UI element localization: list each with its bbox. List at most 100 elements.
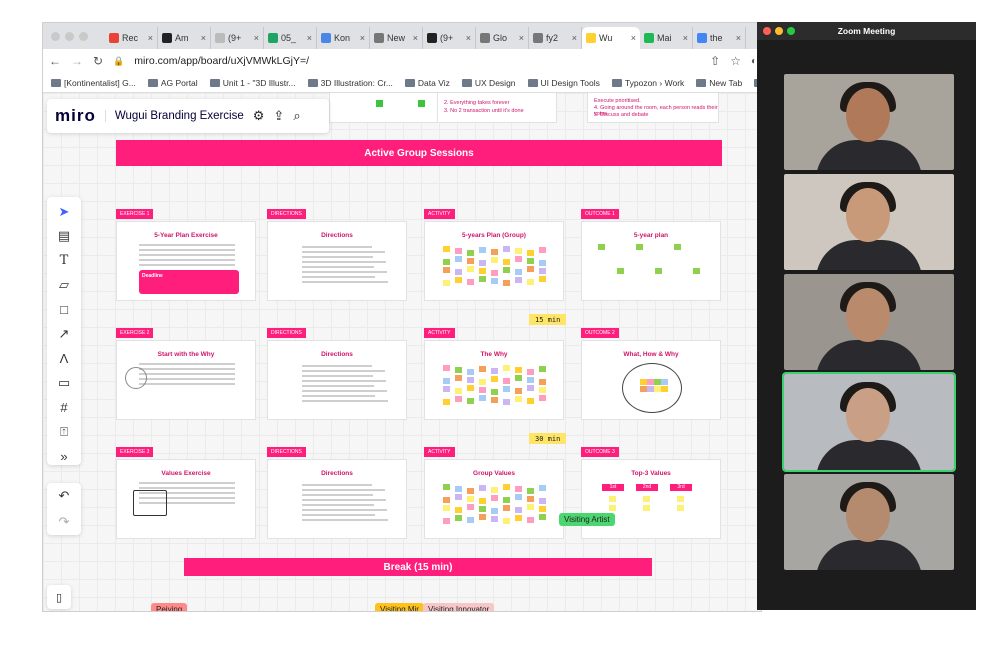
frame-tool-icon[interactable]: # [53,399,75,416]
sticky-note[interactable] [443,378,450,384]
sticky-note[interactable] [467,369,474,375]
board-frame[interactable]: Directions [267,459,407,539]
board-frame[interactable]: 5-year plan [581,221,721,301]
sticky-note[interactable] [643,505,650,511]
bookmark-item[interactable]: 3D Illustration: Cr... [307,78,393,88]
sticky-note[interactable] [515,375,522,381]
sticky-note[interactable] [539,395,546,401]
close-tab-icon[interactable]: × [631,33,636,43]
bookmark-item[interactable]: New Tab [696,78,742,88]
share-icon[interactable]: ⇧ [710,54,720,68]
sticky-note[interactable] [455,277,462,283]
sticky-note[interactable] [491,257,498,263]
sticky-note[interactable] [647,386,654,392]
sticky-note[interactable] [515,256,522,262]
sticky-note[interactable] [527,279,534,285]
participant-video-tile[interactable] [784,74,954,170]
frame-tag[interactable]: DIRECTIONS [267,328,306,338]
close-tab-icon[interactable]: × [572,33,577,43]
sticky-note[interactable] [503,505,510,511]
sticky-note[interactable] [455,494,462,500]
sticky-note[interactable] [674,244,681,250]
sticky-note[interactable] [539,498,546,504]
board-frame[interactable]: What, How & Why [581,340,721,420]
close-tab-icon[interactable]: × [413,33,418,43]
sticky-note[interactable] [640,386,647,392]
sticky-note[interactable] [455,269,462,275]
sticky-note[interactable] [503,386,510,392]
board-frame[interactable]: 5-Year Plan Exercise Deadline [116,221,256,301]
sticky-note[interactable] [539,485,546,491]
sticky-note[interactable] [491,389,498,395]
close-tab-icon[interactable]: × [736,33,741,43]
timer-label[interactable]: 15 min [529,314,567,325]
sticky-note[interactable] [503,399,510,405]
sticky-note[interactable] [455,248,462,254]
browser-tab[interactable]: fy2 × [529,27,582,49]
browser-tab[interactable]: Glo × [476,27,529,49]
sticky-note[interactable] [661,386,668,392]
sticky-note[interactable] [693,268,700,274]
sticky-note[interactable] [527,258,534,264]
board-frame[interactable]: Start with the Why [116,340,256,420]
sticky-note[interactable] [539,366,546,372]
sticky-note-icon[interactable]: ▱ [53,276,75,293]
sticky-note[interactable] [443,267,450,273]
sticky-note[interactable] [443,386,450,392]
close-tab-icon[interactable]: × [201,33,206,43]
sticky-note[interactable] [467,504,474,510]
sticky-note[interactable] [479,485,486,491]
sticky-note[interactable] [503,267,510,273]
frame-tag[interactable]: OUTCOME 3 [581,447,619,457]
sticky-note[interactable] [467,398,474,404]
sticky-note[interactable] [539,379,546,385]
sticky-note[interactable] [443,497,450,503]
sticky-note[interactable] [443,399,450,405]
sticky-note[interactable] [515,396,522,402]
browser-tab[interactable]: New × [370,27,423,49]
browser-tab[interactable]: (9+ × [211,27,264,49]
sticky-note[interactable] [479,276,486,282]
shape-tool-icon[interactable]: □ [53,301,75,318]
sticky-note[interactable] [467,385,474,391]
sticky-note[interactable] [527,398,534,404]
sticky-note[interactable] [527,377,534,383]
close-tab-icon[interactable]: × [360,33,365,43]
sticky-note[interactable] [527,385,534,391]
frame-tag[interactable]: ACTIVITY [424,447,455,457]
sticky-note[interactable] [515,367,522,373]
sticky-note[interactable] [491,278,498,284]
sticky-note[interactable] [467,377,474,383]
board-frame[interactable]: Top-3 Values 1st 2nd 3rd [581,459,721,539]
export-icon[interactable]: ⇪ [273,108,284,124]
bookmark-item[interactable]: Data Viz [404,78,450,88]
participant-video-tile[interactable] [784,174,954,270]
frame-tag[interactable]: EXERCISE 2 [116,328,154,338]
break-banner[interactable]: Break (15 min) [184,558,652,576]
close-tab-icon[interactable]: × [519,33,524,43]
frame-tag[interactable]: EXERCISE 1 [116,209,154,219]
sticky-note[interactable] [598,244,605,250]
close-window-button[interactable] [763,27,771,35]
sticky-note[interactable] [455,388,462,394]
sticky-note[interactable] [455,375,462,381]
sticky-note[interactable] [539,506,546,512]
sticky-note[interactable] [539,247,546,253]
frame-tag[interactable]: ACTIVITY [424,209,455,219]
sticky-note[interactable] [467,517,474,523]
sticky-note[interactable] [617,268,624,274]
upload-icon[interactable]: ⍐ [53,423,75,440]
timer-label[interactable]: 30 min [529,433,567,444]
undo-icon[interactable]: ↶ [59,488,70,504]
minimize-window-button[interactable] [65,32,74,41]
browser-tab[interactable]: Am × [158,27,211,49]
sticky-note[interactable] [539,260,546,266]
bookmark-star-icon[interactable]: ☆ [730,54,741,68]
sticky-note[interactable] [491,495,498,501]
sticky-note[interactable] [527,488,534,494]
bookmark-item[interactable]: [Kontinentalist] G... [51,78,136,88]
participant-video-tile[interactable] [782,372,956,472]
comment-icon[interactable]: ▭ [53,374,75,391]
board-frame[interactable]: Directions [267,340,407,420]
close-window-button[interactable] [51,32,60,41]
